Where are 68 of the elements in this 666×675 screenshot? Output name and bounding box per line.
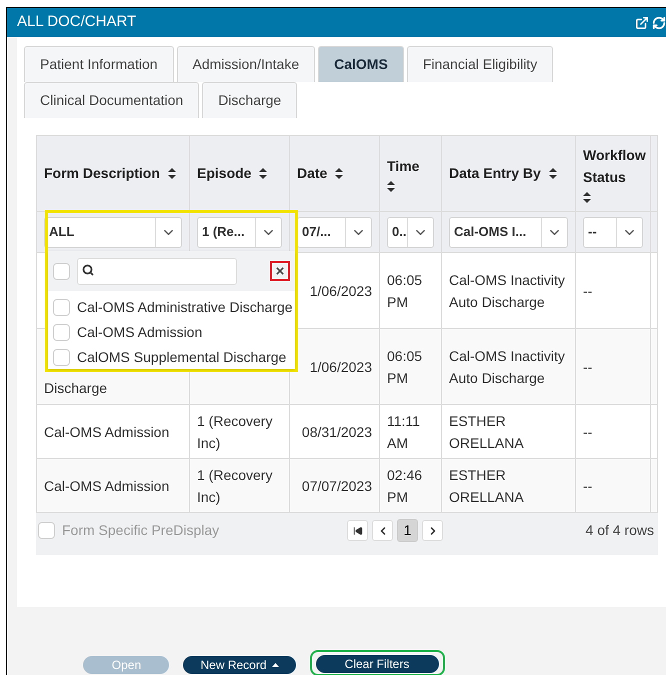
sort-icon[interactable] (387, 181, 395, 192)
table-cell-text: Cal-OMS Admission (44, 422, 170, 442)
column-header[interactable]: Form Description (37, 136, 190, 211)
tab[interactable]: Discharge (202, 82, 298, 118)
tab[interactable]: Admission/Intake (176, 46, 316, 82)
window-title: ALL DOC/CHART (17, 12, 138, 32)
sort-icon[interactable] (548, 168, 557, 179)
checkbox[interactable] (53, 299, 70, 316)
table-cell-text: -- (583, 282, 592, 300)
sort-icon[interactable] (168, 168, 176, 179)
first-page-icon (352, 526, 362, 536)
dropdown-option[interactable]: CalOMS Supplemental Discharge (77, 347, 286, 368)
table-cell-text: 1 (Recovery Inc) (197, 466, 274, 507)
filter-select[interactable]: ALL (44, 216, 182, 248)
table-cell-text: 1/06/2023 (310, 358, 372, 376)
table-cell-text: Discharge (44, 379, 108, 398)
filter-select[interactable]: -- (583, 216, 643, 248)
checkbox[interactable] (53, 262, 70, 280)
row-count: 4 of 4 rows (586, 521, 655, 540)
table-cell-text: -- (583, 422, 592, 442)
tab[interactable]: Clinical Documentation (24, 82, 200, 118)
popout-icon[interactable] (635, 16, 649, 30)
table-cell-text: -- (583, 476, 592, 496)
first-page-button[interactable] (347, 520, 368, 541)
table-cell-text: ESTHER ORELLANA (449, 466, 525, 506)
close-button[interactable]: × (270, 261, 290, 281)
next-page-button[interactable] (422, 520, 443, 541)
column-header[interactable]: Workflow Status (576, 136, 651, 211)
table-cell-text: Cal-OMS Inactivity Auto Discharge (449, 270, 566, 312)
table-cell-text: 1 (Recovery Inc) (197, 412, 274, 453)
column-header[interactable]: Date (290, 136, 380, 211)
refresh-icon[interactable] (652, 16, 666, 30)
search-icon (82, 264, 94, 276)
tab[interactable]: Patient Information (24, 46, 174, 82)
table-cell-text: 08/31/2023 (302, 422, 372, 442)
table-cell-text: Cal-OMS Inactivity Auto Discharge (449, 346, 566, 388)
column-header[interactable]: Time (380, 136, 442, 211)
sort-icon[interactable] (259, 168, 268, 179)
table-cell-text: 1/06/2023 (310, 282, 372, 300)
page-button[interactable]: 1 (397, 519, 418, 542)
checkbox[interactable] (38, 522, 55, 539)
table-cell-text: 02:46 PM (387, 466, 424, 506)
table-cell-text: 06:05 PM (387, 270, 424, 312)
search-field[interactable] (77, 258, 237, 284)
previous-page-button[interactable] (372, 520, 393, 541)
column-header[interactable]: Episode (190, 136, 290, 211)
sort-icon[interactable] (583, 192, 591, 203)
filter-select[interactable]: 07/... (297, 216, 372, 248)
checkbox[interactable] (53, 324, 70, 341)
table-cell-text: Cal-OMS Admission (44, 476, 170, 496)
table-cell-text: ESTHER ORELLANA (449, 412, 525, 452)
filter-select[interactable]: 1 (Re... (197, 216, 282, 248)
filter-select[interactable]: 0... (387, 216, 434, 248)
table-cell-text: 11:11 AM (387, 412, 421, 452)
table-cell-text: 06:05 PM (387, 346, 424, 388)
dropdown-option[interactable]: Cal-OMS Admission (77, 322, 202, 343)
dropdown-option[interactable]: Cal-OMS Administrative Discharge (77, 297, 293, 318)
action-button[interactable]: New Record (183, 656, 296, 674)
action-button[interactable]: Clear Filters (316, 655, 439, 673)
column-header[interactable]: Data Entry By (442, 136, 576, 211)
filter-select[interactable]: Cal-OMS I... (449, 216, 568, 248)
sort-icon[interactable] (335, 168, 344, 179)
tab[interactable]: Financial Eligibility (406, 46, 554, 82)
table-cell-text: 07/07/2023 (302, 476, 372, 496)
checkbox-label: Form Specific PreDisplay (62, 521, 220, 540)
table-cell-text: -- (583, 358, 592, 376)
checkbox[interactable] (53, 349, 70, 366)
tab[interactable]: CalOMS (318, 46, 404, 82)
